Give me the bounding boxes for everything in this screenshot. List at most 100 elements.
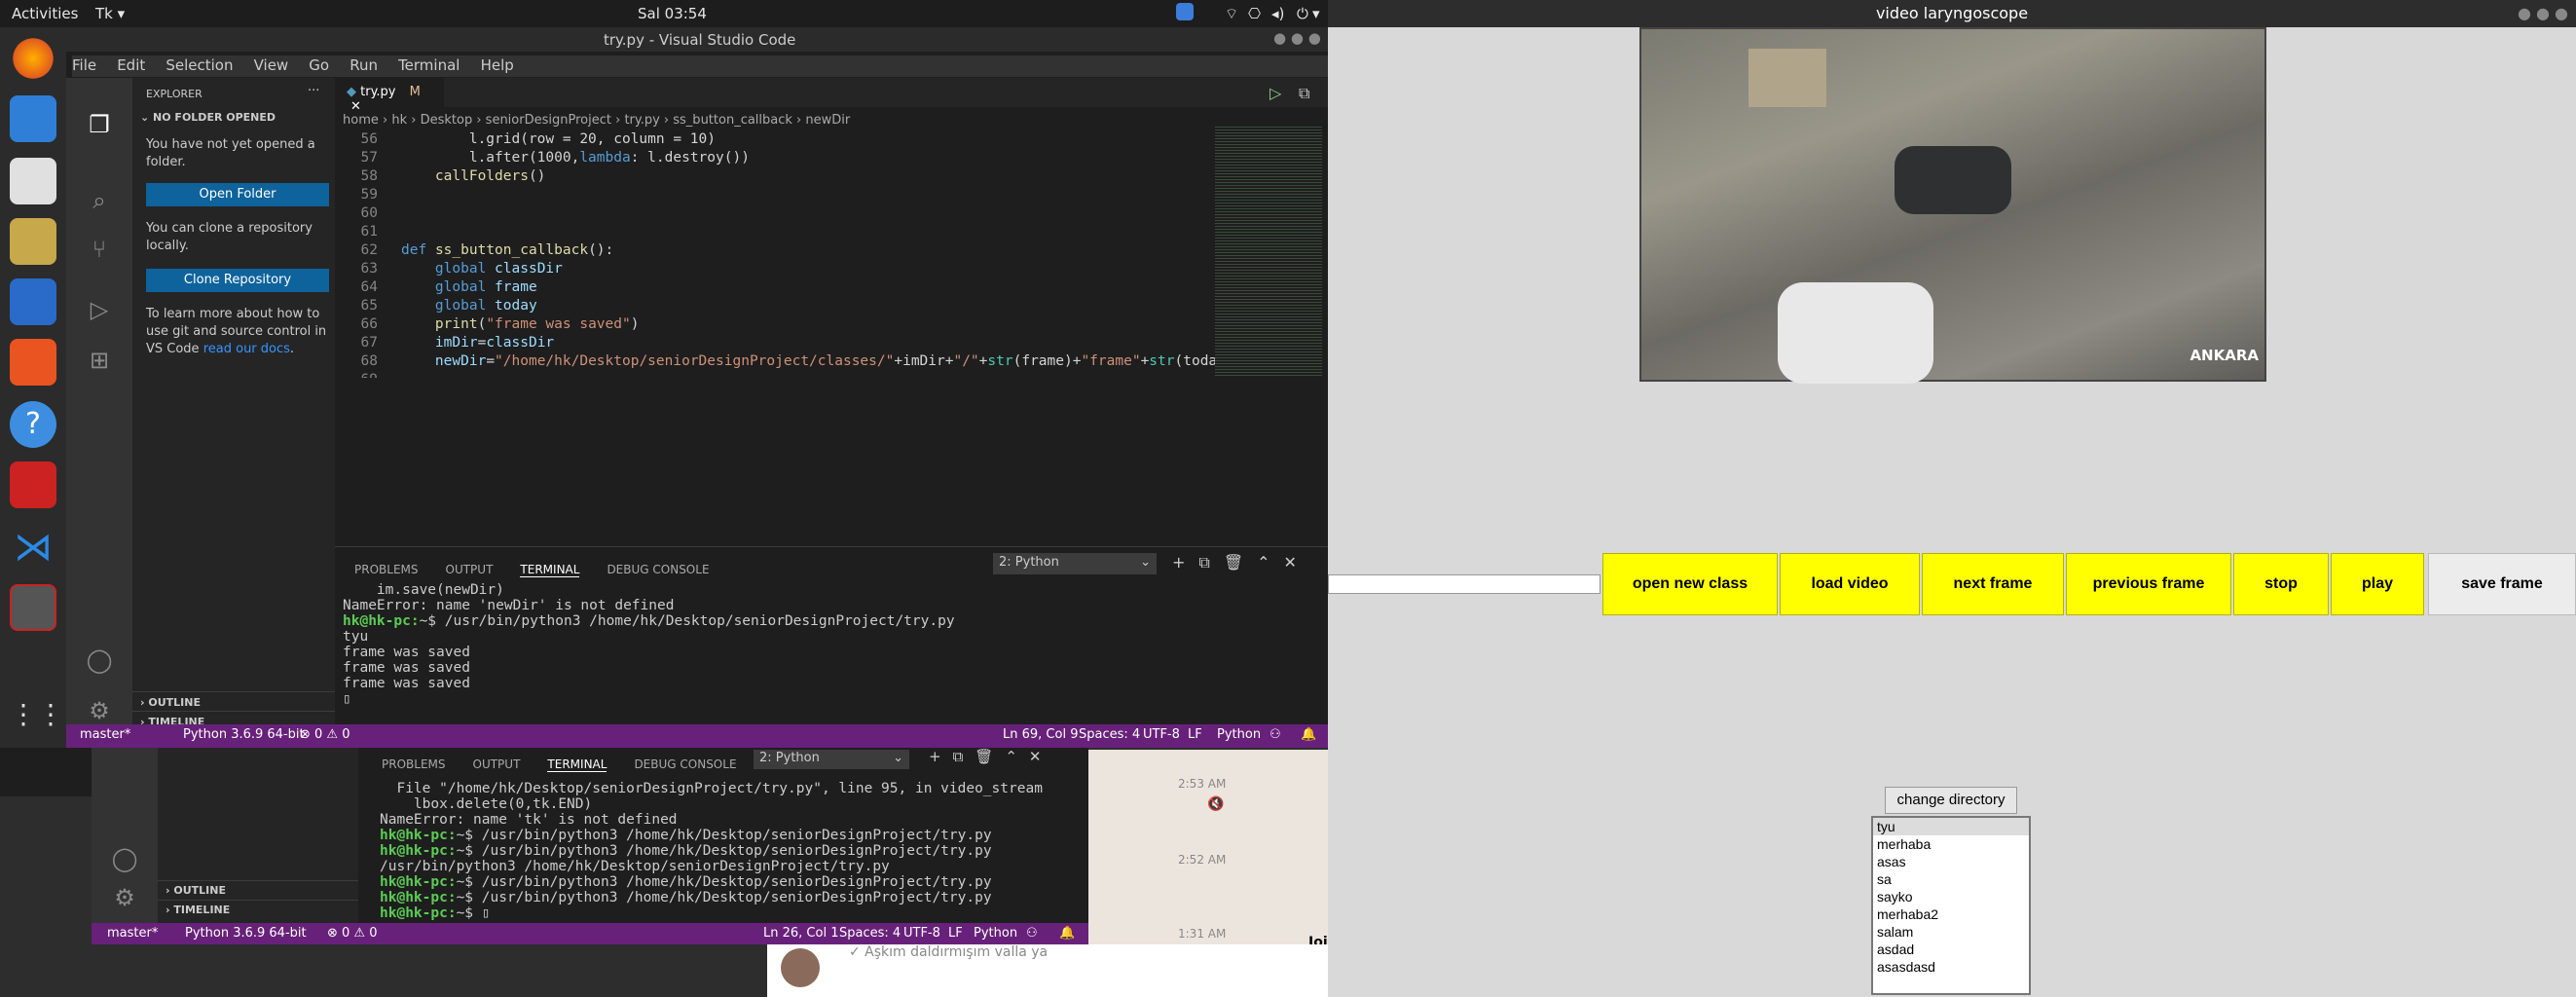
menu-terminal[interactable]: Terminal [398,56,460,74]
entry-field[interactable] [1328,574,1601,594]
wifi-icon[interactable]: ⌔ [1225,5,1238,23]
search-icon[interactable]: ⌕ [86,187,113,214]
menu-file[interactable]: File [72,56,96,74]
screen-recorder-icon[interactable] [10,462,56,508]
run-debug-icon[interactable]: ▷ [86,296,113,323]
menu-run[interactable]: Run [350,56,378,74]
libreoffice-writer-icon[interactable] [10,278,56,325]
problems-count[interactable]: ⊗ 0 ⚠ 0 [327,926,378,941]
list-item[interactable]: sa [1873,870,2029,888]
encoding[interactable]: UTF-8 [1143,727,1180,742]
thunderbird-icon[interactable] [10,95,56,142]
no-folder-section[interactable]: ⌄ NO FOLDER OPENED [140,111,276,124]
eol[interactable]: LF [1188,727,1202,742]
outline-section[interactable]: › OUTLINE [132,691,335,713]
crumb-file[interactable]: try.py [624,113,659,128]
language-mode[interactable]: Python [974,926,1017,941]
problems-count[interactable]: ⊗ 0 ⚠ 0 [300,727,350,742]
tab-terminal[interactable]: TERMINAL [547,757,607,772]
tab-problems[interactable]: PROBLEMS [354,563,419,576]
menu-help[interactable]: Help [481,56,514,74]
load-video-button[interactable]: load video [1780,553,1920,615]
tab-try-py[interactable]: ◆ try.py M ✕ [335,78,444,114]
python-interpreter[interactable]: Python 3.6.9 64-bit [183,727,305,742]
encoding[interactable]: UTF-8 [903,926,940,941]
crumb-desktop[interactable]: Desktop [421,113,473,128]
menu-edit[interactable]: Edit [117,56,145,74]
code-editor[interactable]: 56 57 58 59 60 61 62 63 64 65 66 67 68 6… [335,130,1275,378]
eol[interactable]: LF [948,926,963,941]
cursor-position[interactable]: Ln 26, Col 1 [763,926,838,941]
rhythmbox-icon[interactable] [10,218,56,265]
list-item[interactable]: merhaba [1873,835,2029,853]
volume-icon[interactable]: ◂) [1271,5,1284,22]
tab-terminal[interactable]: TERMINAL [520,563,580,577]
list-item[interactable]: tyu [1873,818,2029,835]
firefox-icon[interactable] [10,35,56,82]
notifications-icon[interactable]: 🔔 [1059,926,1075,941]
docs-link[interactable]: read our docs [203,342,290,356]
close-icon[interactable]: ✕ [350,99,361,114]
panel-actions[interactable]: +⧉🗑⌃✕ [1172,553,1310,572]
tab-output[interactable]: OUTPUT [446,563,494,576]
indentation[interactable]: Spaces: 4 [839,926,901,941]
list-item[interactable] [1873,976,2029,993]
system-menu-chevron-icon[interactable]: ▾ [1312,5,1320,22]
crumb-variable[interactable]: newDir [805,113,850,128]
split-editor-icon[interactable]: ⧉ [1299,84,1309,103]
activities-button[interactable]: Activities [12,5,78,22]
tab-problems[interactable]: PROBLEMS [382,757,446,771]
feedback-icon[interactable]: ⚇ [1026,926,1038,941]
cursor-position[interactable]: Ln 69, Col 9 [1003,727,1078,742]
crumb-home[interactable]: home [343,113,379,128]
feedback-icon[interactable]: ⚇ [1270,727,1281,742]
app-menu[interactable]: Tk ▾ [95,5,125,22]
files-icon[interactable] [10,158,56,204]
list-item[interactable]: asasdasd [1873,958,2029,976]
more-actions-icon[interactable]: ··· [308,84,319,98]
list-item[interactable]: asas [1873,853,2029,870]
window-controls[interactable]: ● ● ● [2518,0,2568,27]
chat-preview[interactable]: ✓ Aşkım daldırmışım valla ya [767,944,1328,997]
indentation[interactable]: Spaces: 4 [1079,727,1140,742]
open-new-class-button[interactable]: open new class [1602,553,1778,615]
stop-button[interactable]: stop [2233,553,2329,615]
tab-debug-console[interactable]: DEBUG CONSOLE [607,563,709,576]
tab-debug-console[interactable]: DEBUG CONSOLE [634,757,736,771]
list-item[interactable]: salam [1873,923,2029,941]
crumb-function[interactable]: ss_button_callback [673,113,792,128]
run-icon[interactable]: ▷ [1270,84,1281,102]
list-item[interactable]: asdad [1873,941,2029,958]
account-icon[interactable]: ◯ [86,646,113,674]
settings-gear-icon[interactable]: ⚙ [111,884,138,911]
play-button[interactable]: play [2331,553,2424,615]
source-control-icon[interactable]: ⑂ [86,236,113,263]
menu-selection[interactable]: Selection [166,56,233,74]
explorer-icon[interactable]: ❐ [86,111,113,138]
terminal-selector-2[interactable]: 2: Python ⌄ [754,750,909,769]
list-item[interactable]: merhaba2 [1873,905,2029,923]
power-icon[interactable]: ⏻ [1297,5,1308,22]
terminal-selector[interactable]: 2: Python ⌄ [993,553,1157,574]
settings-gear-icon[interactable]: ⚙ [86,697,113,724]
class-listbox[interactable]: tyu merhaba asas sa sayko merhaba2 salam… [1871,816,2031,995]
window-controls[interactable]: ● ● ● [1273,29,1321,47]
open-folder-button[interactable]: Open Folder [146,183,329,206]
language-mode[interactable]: Python [1217,727,1261,742]
change-directory-button[interactable]: change directory [1885,787,2017,814]
branch-indicator[interactable]: master* [80,727,130,742]
list-item[interactable]: sayko [1873,888,2029,905]
minimap[interactable] [1215,125,1322,378]
previous-frame-button[interactable]: previous frame [2066,553,2231,615]
help-icon[interactable]: ? [10,401,56,448]
vscode-icon[interactable]: ⋊ [10,524,56,571]
branch-indicator[interactable]: master* [107,926,158,941]
clock[interactable]: Sal 03:54 [638,5,707,22]
next-frame-button[interactable]: next frame [1922,553,2064,615]
account-icon[interactable]: ◯ [111,845,138,872]
outline-section[interactable]: › OUTLINE [158,880,358,900]
panel-actions-2[interactable]: +⧉🗑⌃✕ [929,748,1052,765]
extensions-icon[interactable]: ⊞ [86,347,113,374]
terminal-output[interactable]: im.save(newDir) NameError: name 'newDir' … [343,582,955,707]
timeline-section[interactable]: › TIMELINE [158,900,358,919]
